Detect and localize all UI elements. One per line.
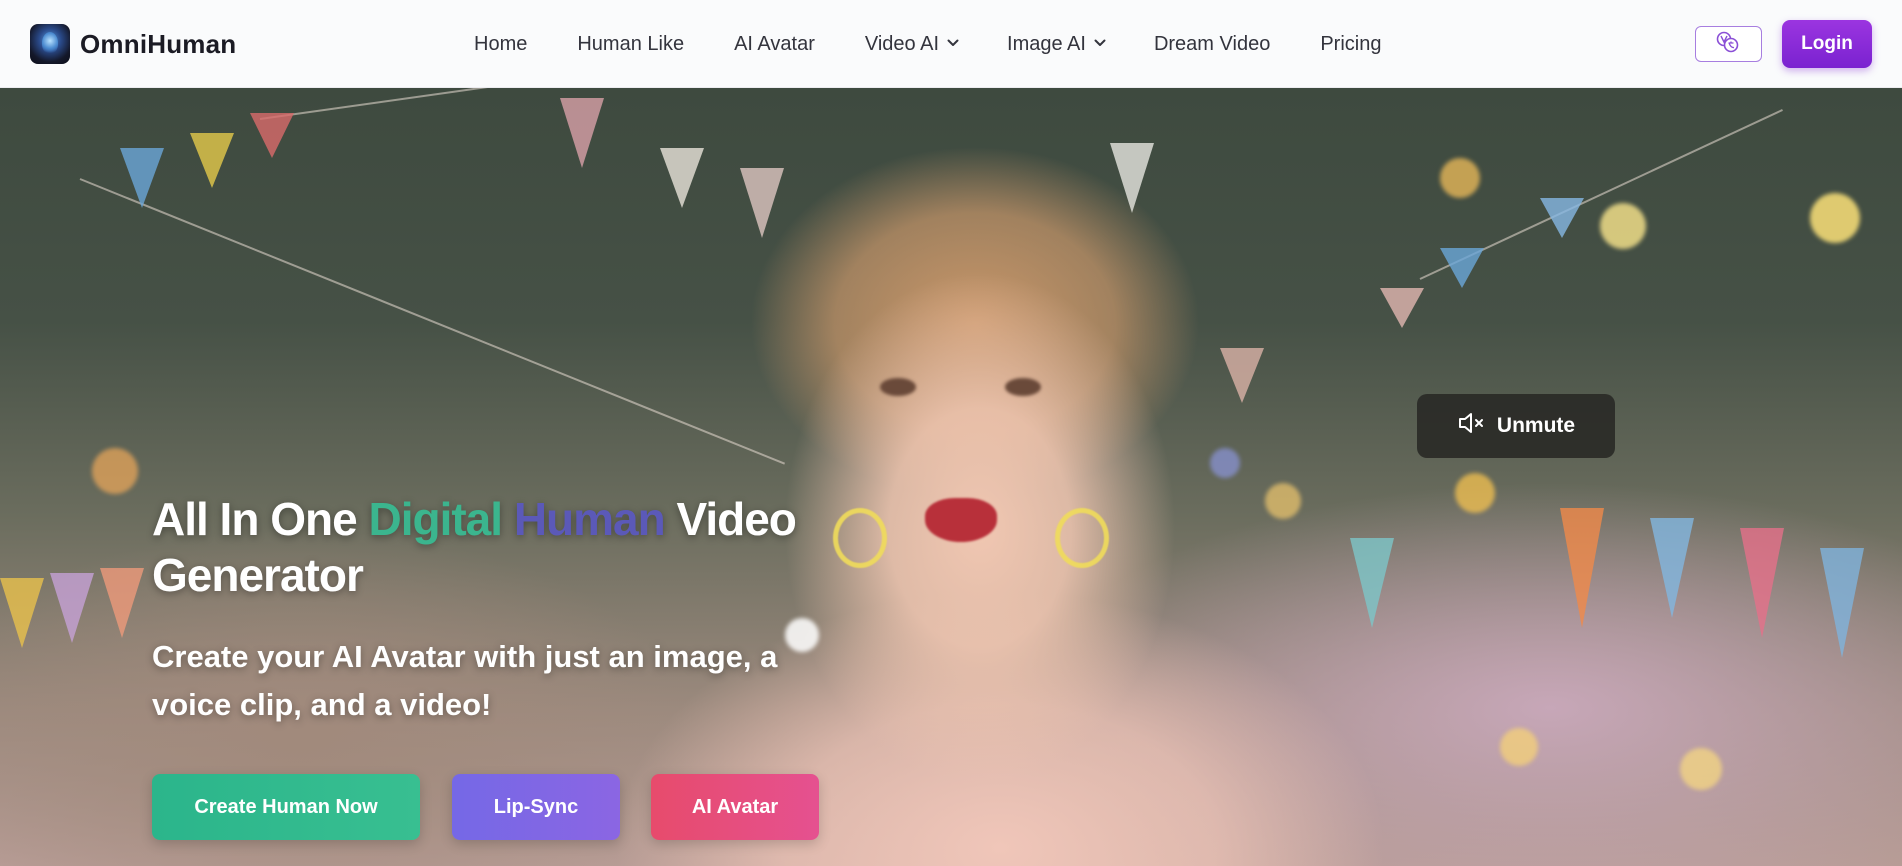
nav-label: Pricing [1320, 32, 1382, 55]
bunting-flag [120, 148, 164, 208]
nav-label: Image AI [1007, 32, 1086, 55]
bokeh-light [92, 448, 138, 494]
nav-label: Home [474, 32, 528, 55]
bunting-flag [1110, 143, 1154, 213]
login-button[interactable]: Login [1782, 20, 1872, 68]
bunting-flag [1650, 518, 1694, 618]
bokeh-light [1440, 158, 1480, 198]
bunting-flag [740, 168, 784, 238]
nav-label: Human Like [577, 32, 685, 55]
hero-title-part [502, 493, 514, 545]
speaker-muted-icon [1457, 410, 1487, 442]
lip-sync-button[interactable]: Lip-Sync [452, 774, 620, 840]
bokeh-light [1210, 448, 1240, 478]
bunting-flag [1740, 528, 1784, 638]
bunting-flag [1540, 198, 1584, 238]
bunting-flag [1220, 348, 1264, 403]
nav-item-dream-video[interactable]: Dream Video [1154, 33, 1270, 56]
hero-title: All In One Digital Human Video Generator [152, 491, 852, 603]
bunting-flag [1440, 248, 1484, 288]
hero-title-highlight-purple: Human [513, 493, 666, 545]
bunting-flag [560, 98, 604, 168]
bokeh-light [1455, 473, 1495, 513]
bokeh-light [1265, 483, 1301, 519]
nav-item-ai-avatar[interactable]: AI Avatar [734, 33, 815, 56]
bokeh-light [1500, 728, 1538, 766]
bokeh-light [1600, 203, 1646, 249]
create-human-now-button[interactable]: Create Human Now [152, 774, 420, 840]
brand-name: OmniHuman [80, 28, 237, 59]
bunting-flag [190, 133, 234, 188]
hero-video: Unmute All In One Digital Human Video Ge… [0, 88, 1902, 866]
unmute-button[interactable]: Unmute [1417, 394, 1615, 458]
nav-label: Video AI [864, 32, 940, 55]
bunting-string [79, 178, 786, 465]
bunting-flag [0, 578, 44, 648]
site-header: OmniHuman Home Human Like AI Avatar Vide… [0, 0, 1902, 88]
nav-item-pricing[interactable]: Pricing [1320, 33, 1381, 56]
chevron-down-icon [947, 39, 959, 49]
main-nav: Home Human Like AI Avatar Video AI Image… [474, 0, 1381, 88]
bunting-flag [250, 113, 294, 158]
nav-label: Dream Video [1153, 32, 1271, 55]
ai-avatar-button[interactable]: AI Avatar [651, 774, 819, 840]
mouth-decoration [925, 498, 997, 542]
nav-item-home[interactable]: Home [474, 33, 527, 56]
eye-decoration [1005, 378, 1041, 396]
brand[interactable]: OmniHuman [30, 24, 236, 64]
chevron-down-icon [1094, 39, 1106, 49]
bunting-string [259, 88, 855, 120]
bunting-flag [100, 568, 144, 638]
bunting-flag [1380, 288, 1424, 328]
hero-title-part: All In One [152, 493, 369, 545]
eye-decoration [880, 378, 916, 396]
brand-logo-icon [30, 24, 70, 64]
nav-item-human-like[interactable]: Human Like [577, 33, 684, 56]
hero-title-highlight-green: Digital [368, 493, 503, 545]
bunting-flag [660, 148, 704, 208]
bokeh-light [1810, 193, 1860, 243]
earring-decoration [1055, 508, 1109, 568]
bunting-flag [50, 573, 94, 643]
bunting-flag [1820, 548, 1864, 658]
translate-icon [1716, 31, 1742, 58]
language-switch-button[interactable] [1695, 26, 1762, 62]
bunting-flag [1560, 508, 1604, 628]
nav-item-video-ai[interactable]: Video AI [864, 32, 959, 56]
nav-item-image-ai[interactable]: Image AI [1007, 32, 1106, 56]
unmute-label: Unmute [1496, 414, 1576, 437]
hero-subtitle: Create your AI Avatar with just an image… [152, 639, 778, 722]
bokeh-light [1680, 748, 1722, 790]
bunting-flag [1350, 538, 1394, 628]
nav-label: AI Avatar [734, 32, 815, 55]
